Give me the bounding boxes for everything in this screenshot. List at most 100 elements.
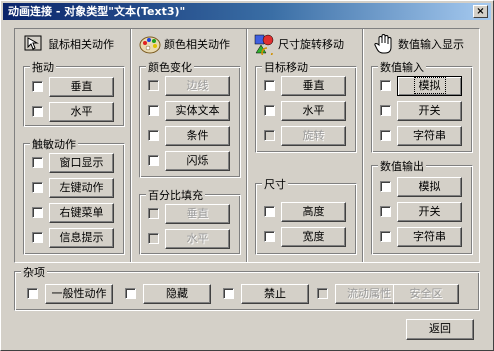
solid-text-button[interactable]: 实体文本 [165, 101, 230, 121]
window-display-checkbox[interactable] [32, 157, 43, 168]
shapes-icon [254, 34, 274, 55]
general-action-label: 一般性动作 [51, 287, 107, 300]
input-analog-checkbox[interactable] [380, 80, 391, 91]
input-string-label: 字符串 [413, 129, 446, 142]
fill-horizontal-button[interactable]: 水平 [165, 229, 230, 249]
value-output-group-label: 数值输出 [378, 158, 426, 174]
input-switch-label: 开关 [418, 104, 441, 117]
output-string-label: 字符串 [413, 230, 446, 243]
target-move-group: 目标移动 垂直 水平 旋转 [255, 59, 357, 153]
drag-vertical-checkbox[interactable] [32, 81, 43, 92]
size-group-label: 尺寸 [262, 176, 288, 192]
output-analog-button[interactable]: 模拟 [397, 177, 462, 197]
misc-group-label: 杂项 [21, 264, 47, 280]
fill-vertical-label: 垂直 [186, 207, 209, 220]
fill-horizontal-checkbox[interactable] [148, 233, 159, 244]
touch-row: 右键菜单 [24, 203, 124, 223]
color-row: 闪烁 [140, 151, 240, 171]
disable-button[interactable]: 禁止 [241, 284, 309, 304]
input-switch-button[interactable]: 开关 [397, 101, 462, 121]
input-analog-button[interactable]: 模拟 [397, 76, 462, 96]
action-panel: 鼠标相关动作 拖动 垂直 水平 触敏动作 窗口显示 左键动作 右键菜单 信息提示… [14, 28, 480, 263]
right-menu-button[interactable]: 右键菜单 [49, 203, 114, 223]
solid-text-label: 实体文本 [175, 104, 220, 117]
color-row: 边线 [140, 76, 240, 96]
percent-fill-group: 百分比填充 垂直 水平 [139, 187, 241, 255]
input-analog-label: 模拟 [413, 77, 446, 94]
move-horizontal-checkbox[interactable] [264, 105, 275, 116]
border-line-button[interactable]: 边线 [165, 76, 230, 96]
move-vertical-label: 垂直 [302, 79, 325, 92]
width-checkbox[interactable] [264, 231, 275, 242]
general-action-checkbox[interactable] [27, 288, 38, 299]
title-bar: 动画连接 - 对象类型"文本(Text3)" × [3, 3, 491, 20]
output-string-button[interactable]: 字符串 [397, 227, 462, 247]
fill-row: 垂直 [140, 204, 240, 224]
flow-property-checkbox[interactable] [317, 288, 328, 299]
width-button[interactable]: 宽度 [281, 227, 346, 247]
column-divider [362, 29, 364, 262]
condition-checkbox[interactable] [148, 130, 159, 141]
output-switch-button[interactable]: 开关 [397, 202, 462, 222]
window-display-button[interactable]: 窗口显示 [49, 153, 114, 173]
border-line-checkbox[interactable] [148, 80, 159, 91]
input-row: 字符串 [372, 126, 472, 146]
right-menu-label: 右键菜单 [59, 206, 104, 219]
size-row: 宽度 [256, 227, 356, 247]
flow-property-label: 流动属性 [347, 287, 391, 300]
left-click-button[interactable]: 左键动作 [49, 178, 114, 198]
color-row: 实体文本 [140, 101, 240, 121]
rotate-button[interactable]: 旋转 [281, 126, 346, 146]
move-vertical-checkbox[interactable] [264, 80, 275, 91]
drag-horizontal-label: 水平 [70, 105, 93, 118]
rotate-checkbox[interactable] [264, 130, 275, 141]
output-string-checkbox[interactable] [380, 231, 391, 242]
tooltip-button[interactable]: 信息提示 [49, 228, 114, 248]
drag-horizontal-row: 水平 [24, 102, 124, 122]
output-row: 开关 [372, 202, 472, 222]
tooltip-checkbox[interactable] [32, 232, 43, 243]
disable-checkbox[interactable] [223, 288, 234, 299]
drag-horizontal-checkbox[interactable] [32, 106, 43, 117]
condition-button[interactable]: 条件 [165, 126, 230, 146]
move-horizontal-button[interactable]: 水平 [281, 101, 346, 121]
color-column-title: 颜色相关动作 [164, 38, 230, 51]
input-string-checkbox[interactable] [380, 130, 391, 141]
size-group: 尺寸 高度 宽度 [255, 176, 357, 255]
safe-zone-button[interactable]: 安全区 [393, 284, 459, 304]
close-button[interactable]: × [473, 5, 488, 18]
solid-text-checkbox[interactable] [148, 105, 159, 116]
height-button[interactable]: 高度 [281, 202, 346, 222]
tooltip-label: 信息提示 [59, 231, 104, 244]
return-button[interactable]: 返回 [406, 319, 474, 340]
blink-button[interactable]: 闪烁 [165, 151, 230, 171]
close-icon: × [476, 6, 485, 17]
input-string-button[interactable]: 字符串 [397, 126, 462, 146]
move-horizontal-label: 水平 [302, 104, 325, 117]
fill-vertical-button[interactable]: 垂直 [165, 204, 230, 224]
size-column-header: 尺寸旋转移动 [253, 33, 344, 55]
output-switch-checkbox[interactable] [380, 206, 391, 217]
width-label: 宽度 [302, 230, 325, 243]
drag-horizontal-button[interactable]: 水平 [49, 102, 114, 122]
drag-vertical-button[interactable]: 垂直 [49, 77, 114, 97]
right-menu-checkbox[interactable] [32, 207, 43, 218]
hide-button[interactable]: 隐藏 [143, 284, 211, 304]
height-checkbox[interactable] [264, 206, 275, 217]
fill-vertical-checkbox[interactable] [148, 208, 159, 219]
input-switch-checkbox[interactable] [380, 105, 391, 116]
value-column-title: 数值输入显示 [398, 38, 464, 51]
left-click-label: 左键动作 [59, 181, 104, 194]
hide-checkbox[interactable] [125, 288, 136, 299]
output-analog-checkbox[interactable] [380, 181, 391, 192]
mouse-column-title: 鼠标相关动作 [48, 38, 114, 51]
safe-zone-label: 安全区 [409, 287, 443, 300]
color-change-group: 颜色变化 边线 实体文本 条件 闪烁 [139, 59, 241, 178]
dialog-window: 动画连接 - 对象类型"文本(Text3)" × 鼠标相关动作 拖动 垂直 水平 [0, 0, 494, 351]
move-vertical-button[interactable]: 垂直 [281, 76, 346, 96]
color-column-header: 颜色相关动作 [139, 33, 230, 55]
column-divider [246, 29, 248, 262]
left-click-checkbox[interactable] [32, 182, 43, 193]
general-action-button[interactable]: 一般性动作 [45, 284, 113, 304]
blink-checkbox[interactable] [148, 155, 159, 166]
